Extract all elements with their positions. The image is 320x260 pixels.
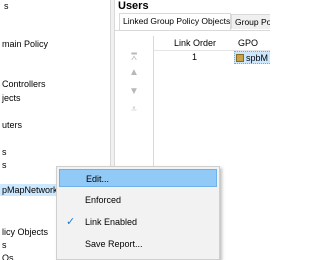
- tree-item[interactable]: s: [2, 159, 7, 171]
- tree-item[interactable]: s: [2, 239, 7, 251]
- menu-item-enforced[interactable]: Enforced: [59, 191, 217, 209]
- context-menu: Edit... Enforced ✓ Link Enabled Save Rep…: [56, 166, 220, 260]
- cell-link-order: 1: [192, 52, 198, 62]
- tab-strip: Linked Group Policy Objects Group Po: [115, 13, 270, 31]
- cell-gpo-name: spbM: [246, 53, 269, 63]
- move-to-top-icon[interactable]: ⩞: [127, 52, 141, 64]
- tree-item-group-policy-objects[interactable]: licy Objects: [2, 226, 48, 238]
- tree-item[interactable]: s: [4, 0, 9, 12]
- tab-group-policy-inheritance[interactable]: Group Po: [231, 14, 270, 29]
- column-header-gpo[interactable]: GPO: [238, 36, 258, 50]
- menu-item-edit[interactable]: Edit...: [59, 169, 217, 187]
- move-down-icon[interactable]: ▼: [127, 86, 141, 98]
- checkmark-icon: ✓: [66, 216, 76, 228]
- tree-item-computers[interactable]: uters: [2, 119, 22, 131]
- table-header: Link Order GPO: [154, 36, 270, 51]
- column-header-link-order[interactable]: Link Order: [174, 36, 216, 50]
- tree-item-domain-policy[interactable]: main Policy: [2, 38, 48, 50]
- cell-gpo[interactable]: spbM: [234, 51, 270, 64]
- tree-item[interactable]: s: [2, 146, 7, 158]
- gpo-icon: [236, 54, 244, 62]
- tree-item-objects[interactable]: jects: [2, 92, 21, 104]
- menu-item-label: Save Report...: [85, 239, 143, 249]
- table-row[interactable]: 1 spbM: [154, 51, 270, 64]
- tree-item-domain-controllers[interactable]: Controllers: [2, 78, 46, 90]
- tab-linked-group-policy-objects[interactable]: Linked Group Policy Objects: [119, 13, 231, 30]
- tree-item-gpos[interactable]: Os: [2, 252, 14, 260]
- menu-item-link-enabled[interactable]: ✓ Link Enabled: [59, 213, 217, 231]
- menu-item-label: Link Enabled: [85, 217, 138, 227]
- move-to-bottom-icon[interactable]: ⩡: [127, 104, 141, 116]
- pane-title: Users: [118, 0, 149, 12]
- menu-item-label: Enforced: [85, 195, 122, 205]
- menu-item-save-report[interactable]: Save Report...: [59, 235, 217, 253]
- menu-item-label: Edit...: [86, 174, 110, 184]
- move-up-icon[interactable]: ▲: [127, 67, 141, 79]
